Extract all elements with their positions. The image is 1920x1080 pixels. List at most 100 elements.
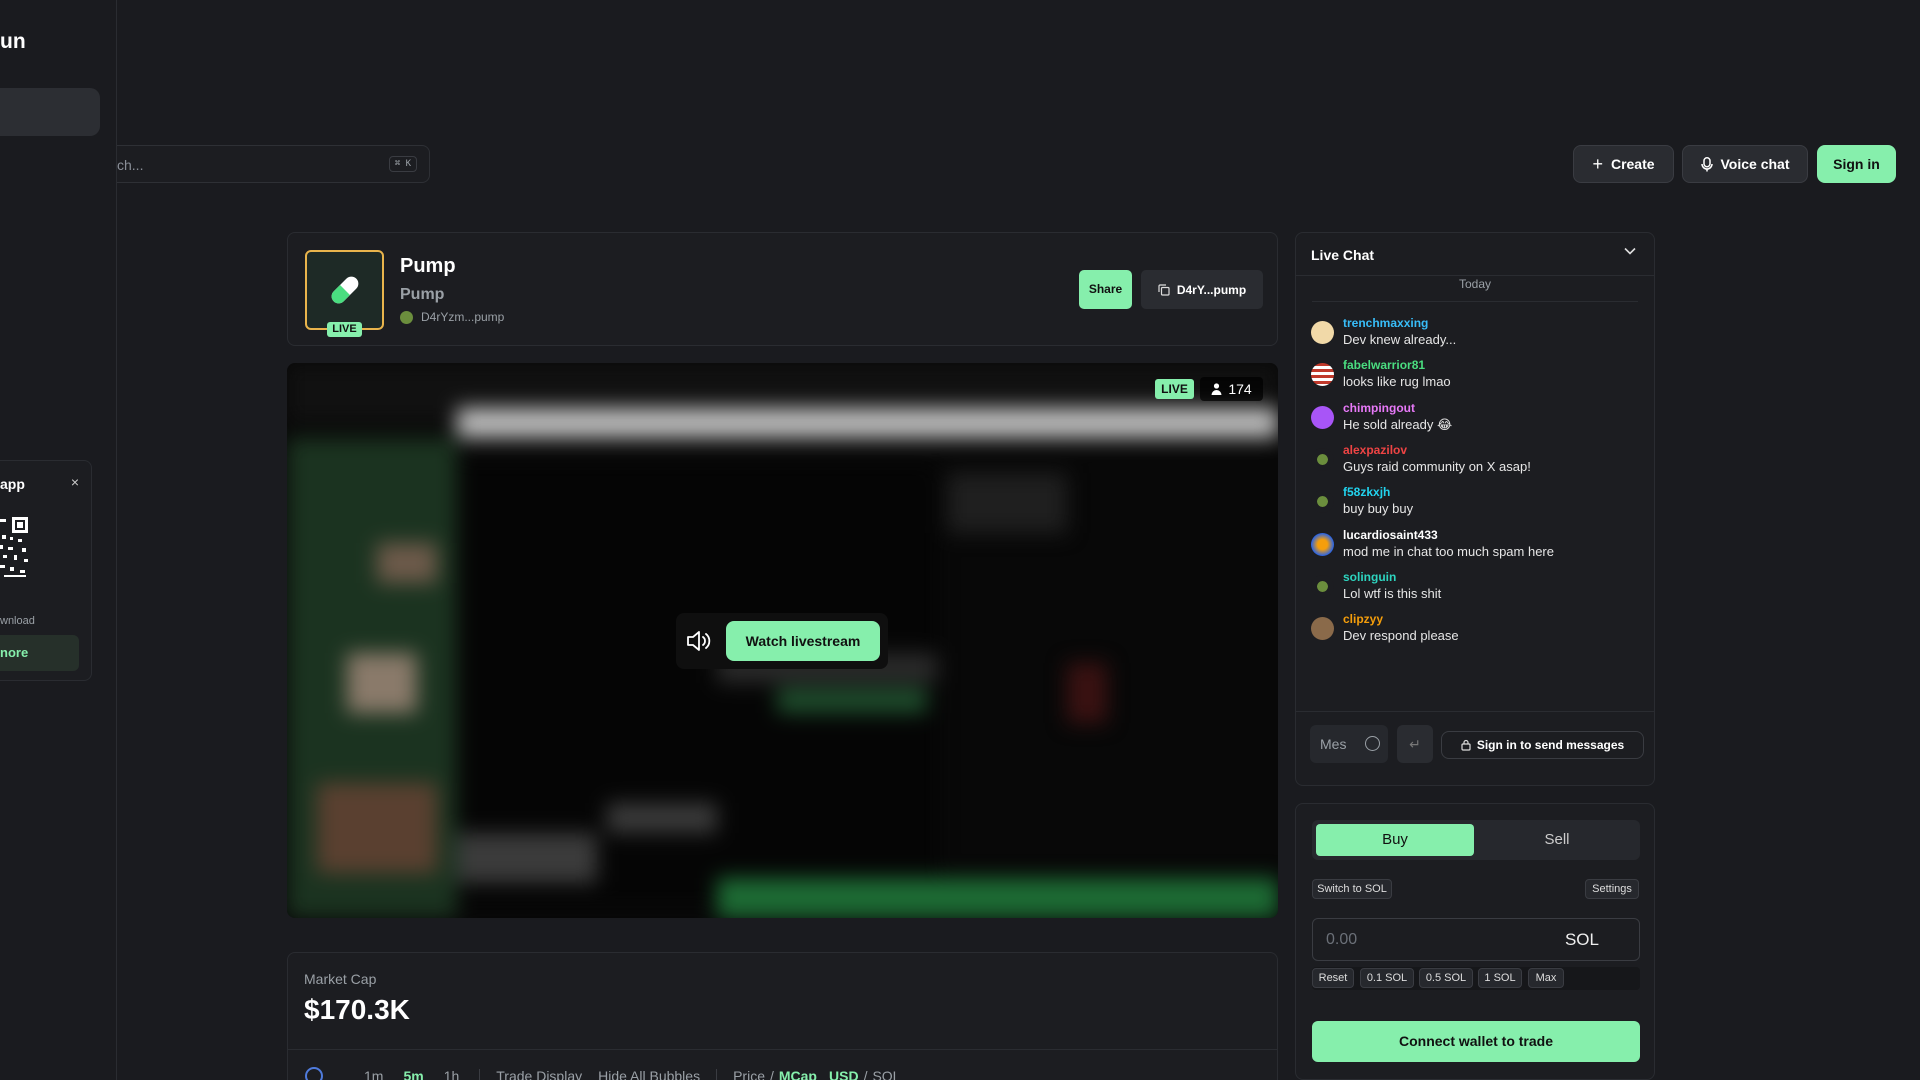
chat-message-text: mod me in chat too much spam here	[1343, 544, 1554, 559]
live-chat-title: Live Chat	[1311, 247, 1375, 263]
toolbar-separator	[716, 1069, 718, 1080]
chat-message-input[interactable]: Mes	[1310, 725, 1388, 763]
user-avatar[interactable]	[1311, 533, 1334, 556]
search-bar[interactable]: ch... ⌘ K	[117, 145, 430, 183]
user-avatar[interactable]	[1311, 490, 1334, 513]
chat-username[interactable]: chimpingout	[1343, 401, 1452, 415]
chat-username[interactable]: fabelwarrior81	[1343, 358, 1451, 372]
download-app-card: app × wnload nore	[0, 460, 92, 681]
chat-message: trenchmaxxing Dev knew already...	[1311, 316, 1456, 347]
quick-0.1-sol-button[interactable]: 0.1 SOL	[1360, 968, 1414, 988]
search-input[interactable]: ch...	[117, 157, 143, 173]
quick-0.5-sol-button[interactable]: 0.5 SOL	[1419, 968, 1473, 988]
divider	[1296, 711, 1654, 712]
live-chat-panel: Live Chat Today trenchmaxxing Dev knew a…	[1295, 232, 1655, 786]
usd-toggle[interactable]: USD	[829, 1068, 859, 1080]
token-name: Pump	[400, 255, 456, 277]
lock-icon	[1461, 739, 1471, 751]
create-button[interactable]: + Create	[1573, 145, 1674, 183]
user-avatar[interactable]	[1311, 363, 1334, 386]
microphone-icon	[1700, 156, 1713, 171]
stream-live-badge: LIVE	[1155, 379, 1194, 399]
slash: /	[769, 1068, 774, 1080]
max-button[interactable]: Max	[1528, 968, 1564, 988]
share-button[interactable]: Share	[1079, 270, 1132, 309]
creator-address[interactable]: D4rYzm...pump	[400, 310, 504, 324]
price-toggle[interactable]: Price	[733, 1068, 765, 1080]
watch-controls: Watch livestream	[676, 613, 888, 669]
chat-message-text: Lol wtf is this shit	[1343, 586, 1442, 601]
live-chat-header[interactable]: Live Chat	[1296, 233, 1654, 276]
user-avatar[interactable]	[1311, 321, 1334, 344]
connect-wallet-button[interactable]: Connect wallet to trade	[1312, 1021, 1640, 1062]
slash: /	[863, 1068, 868, 1080]
search-shortcut: ⌘ K	[388, 156, 417, 172]
livestream-player[interactable]: LIVE 174 Watch livestream	[287, 363, 1278, 918]
chat-username[interactable]: solinguin	[1343, 570, 1441, 584]
sidebar: un app × wnload nore	[0, 0, 117, 1080]
hide-bubbles-toggle[interactable]: Hide All Bubbles	[598, 1068, 700, 1080]
chat-message: chimpingout He sold already 😂	[1311, 401, 1452, 433]
settings-button[interactable]: Settings	[1585, 879, 1639, 899]
chat-username[interactable]: clipzyy	[1343, 612, 1459, 626]
viewer-count-value: 174	[1228, 381, 1252, 397]
timeframe-1m[interactable]: 1m	[364, 1068, 383, 1080]
switch-to-sol-button[interactable]: Switch to SOL	[1312, 879, 1392, 899]
chat-message: clipzyy Dev respond please	[1311, 612, 1459, 643]
sidebar-active-item[interactable]	[0, 88, 100, 136]
trade-display-toggle[interactable]: Trade Display	[496, 1068, 582, 1080]
token-live-badge: LIVE	[327, 322, 362, 337]
sol-toggle[interactable]: SOL	[872, 1068, 900, 1080]
voice-chat-button[interactable]: Voice chat	[1682, 145, 1808, 183]
mcap-toggle[interactable]: MCap	[779, 1068, 817, 1080]
tab-buy[interactable]: Buy	[1316, 824, 1474, 856]
viewer-count: 174	[1200, 377, 1263, 401]
divider	[288, 1049, 1277, 1050]
watch-livestream-button[interactable]: Watch livestream	[726, 621, 880, 661]
chevron-down-icon[interactable]	[1624, 247, 1636, 255]
chat-input-placeholder: Mes	[1320, 736, 1347, 752]
chat-username[interactable]: trenchmaxxing	[1343, 316, 1456, 330]
chat-username[interactable]: f58zkxjh	[1343, 485, 1413, 499]
chart-settings-icon[interactable]	[304, 1066, 324, 1080]
chat-message-text: Guys raid community on X asap!	[1343, 459, 1531, 474]
copy-address-button[interactable]: D4rY...pump	[1141, 270, 1263, 309]
brand-logo-text[interactable]: un	[0, 30, 26, 54]
emoji-icon[interactable]	[1365, 736, 1380, 751]
quick-1-sol-button[interactable]: 1 SOL	[1478, 968, 1522, 988]
reset-button[interactable]: Reset	[1312, 968, 1354, 988]
chat-username[interactable]: lucardiosaint433	[1343, 528, 1554, 542]
chat-message-text: looks like rug lmao	[1343, 374, 1451, 389]
copy-icon	[1158, 283, 1170, 296]
send-message-button[interactable]: ↵	[1397, 725, 1433, 763]
token-header-card: LIVE Pump Pump D4rYzm...pump Share D4rY.…	[287, 232, 1278, 346]
download-app-subtitle: wnload	[0, 615, 35, 627]
token-symbol: Pump	[400, 286, 445, 303]
timeframe-1h[interactable]: 1h	[444, 1068, 460, 1080]
market-cap-value: $170.3K	[304, 994, 410, 1025]
close-icon[interactable]: ×	[71, 474, 79, 490]
user-avatar[interactable]	[1311, 406, 1334, 429]
sign-in-to-send-button[interactable]: Sign in to send messages	[1441, 731, 1644, 759]
learn-more-button[interactable]: nore	[0, 635, 79, 671]
plus-icon: +	[1592, 153, 1603, 174]
user-avatar[interactable]	[1311, 575, 1334, 598]
chat-date-divider: Today	[1458, 277, 1492, 291]
user-avatar[interactable]	[1311, 448, 1334, 471]
speaker-icon[interactable]	[686, 630, 712, 652]
voice-chat-label: Voice chat	[1720, 156, 1790, 172]
user-avatar[interactable]	[1311, 617, 1334, 640]
market-cap-card: Market Cap $170.3K 1m 5m 1h Trade Displa…	[287, 952, 1278, 1080]
tab-sell[interactable]: Sell	[1478, 824, 1636, 856]
create-label: Create	[1610, 156, 1655, 172]
chat-message: f58zkxjh buy buy buy	[1311, 485, 1413, 516]
timeframe-5m[interactable]: 5m	[403, 1068, 423, 1080]
market-cap-label: Market Cap	[304, 971, 377, 987]
sign-in-button[interactable]: Sign in	[1817, 145, 1896, 183]
chat-username[interactable]: alexpazilov	[1343, 443, 1531, 457]
chat-message: solinguin Lol wtf is this shit	[1311, 570, 1441, 601]
chart-toolbar: 1m 5m 1h Trade Display Hide All Bubbles …	[304, 1066, 900, 1080]
sign-in-to-send-label: Sign in to send messages	[1476, 738, 1625, 752]
amount-input[interactable]: 0.00 SOL	[1312, 918, 1640, 961]
token-image[interactable]	[305, 250, 384, 330]
